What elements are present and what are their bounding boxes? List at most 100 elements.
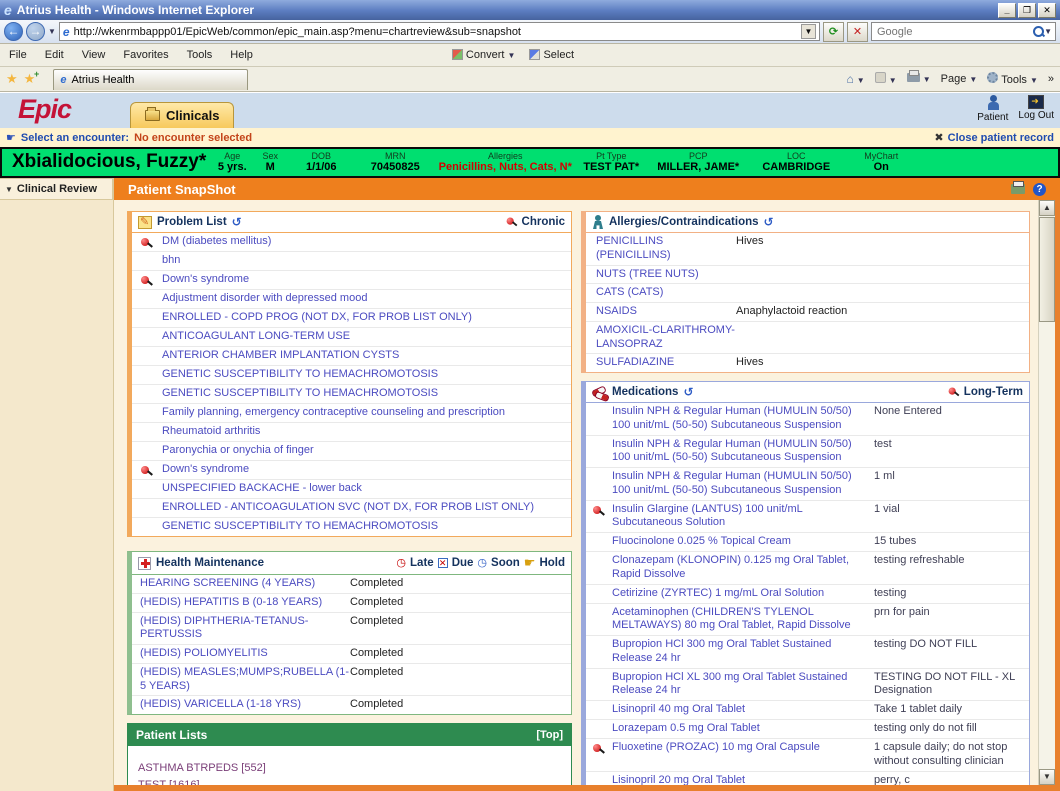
allergen-name[interactable]: CATS (CATS) — [586, 286, 736, 300]
search-box[interactable]: ▼ — [871, 22, 1056, 41]
menu-item[interactable]: View — [73, 46, 115, 64]
allergen-name[interactable]: NSAIDS — [586, 305, 736, 319]
medication-row[interactable]: Lisinopril 40 mg Oral Tablet Take 1 tabl… — [586, 700, 1029, 719]
allergy-row[interactable]: NUTS (TREE NUTS) — [586, 265, 1029, 284]
problem-name[interactable]: Rheumatoid arthritis — [162, 425, 567, 439]
convert-button[interactable]: Convert ▼ — [452, 49, 516, 61]
scrollbar-thumb[interactable] — [1039, 217, 1055, 322]
health-maintenance-row[interactable]: HEARING SCREENING (4 YEARS) Completed — [132, 575, 571, 593]
problem-row[interactable]: Paronychia or onychia of finger — [132, 441, 571, 460]
problem-row[interactable]: Down's syndrome — [132, 270, 571, 289]
problem-name[interactable]: ANTERIOR CHAMBER IMPLANTATION CYSTS — [162, 349, 567, 363]
restore-button[interactable]: ❐ — [1018, 3, 1036, 18]
health-maintenance-row[interactable]: (HEDIS) DIPHTHERIA-TETANUS-PERTUSSIS Com… — [132, 612, 571, 645]
health-maintenance-row[interactable]: (HEDIS) MEASLES;MUMPS;RUBELLA (1-5 YEARS… — [132, 663, 571, 696]
allergen-name[interactable]: AMOXICIL-CLARITHROMY-LANSOPRAZ — [586, 324, 736, 352]
problem-row[interactable]: UNSPECIFIED BACKACHE - lower back — [132, 479, 571, 498]
hm-topic[interactable]: (HEDIS) MEASLES;MUMPS;RUBELLA (1-5 YEARS… — [132, 666, 350, 694]
menu-item[interactable]: Tools — [178, 46, 222, 64]
search-dropdown-icon[interactable]: ▼ — [1044, 27, 1052, 36]
problem-row[interactable]: Down's syndrome — [132, 460, 571, 479]
problem-name[interactable]: ENROLLED - COPD PROG (NOT DX, FOR PROB L… — [162, 311, 567, 325]
problem-name[interactable]: GENETIC SUSCEPTIBILITY TO HEMACHROMOTOSI… — [162, 520, 567, 534]
menu-item[interactable]: Edit — [36, 46, 73, 64]
health-maintenance-row[interactable]: (HEDIS) POLIOMYELITIS Completed — [132, 644, 571, 663]
medication-row[interactable]: Insulin Glargine (LANTUS) 100 unit/mL Su… — [586, 500, 1029, 533]
hm-topic[interactable]: HEARING SCREENING (4 YEARS) — [132, 577, 350, 591]
top-link[interactable]: [Top] — [536, 729, 563, 741]
problem-name[interactable]: Down's syndrome — [162, 463, 567, 477]
address-field[interactable]: e http://wkenrmbappp01/EpicWeb/common/ep… — [59, 22, 820, 41]
medication-name[interactable]: Lorazepam 0.5 mg Oral Tablet — [612, 722, 868, 736]
problem-row[interactable]: ENROLLED - COPD PROG (NOT DX, FOR PROB L… — [132, 308, 571, 327]
forward-button[interactable]: → — [26, 22, 45, 41]
menu-item[interactable]: File — [0, 46, 36, 64]
problem-name[interactable]: DM (diabetes mellitus) — [162, 235, 567, 249]
add-favorite-icon[interactable]: ★ — [24, 71, 36, 87]
medication-row[interactable]: Insulin NPH & Regular Human (HUMULIN 50/… — [586, 435, 1029, 468]
problem-row[interactable]: GENETIC SUSCEPTIBILITY TO HEMACHROMOTOSI… — [132, 384, 571, 403]
health-maintenance-row[interactable]: (HEDIS) VARICELLA (1-18 YRS) Completed — [132, 695, 571, 714]
patient-banner[interactable]: Xbialidocious, Fuzzy* Age 5 yrs. Sex M D… — [0, 147, 1060, 178]
medication-row[interactable]: Bupropion HCl 300 mg Oral Tablet Sustain… — [586, 635, 1029, 668]
close-button[interactable]: ✕ — [1038, 3, 1056, 18]
problem-row[interactable]: ANTERIOR CHAMBER IMPLANTATION CYSTS — [132, 346, 571, 365]
medication-row[interactable]: Cetirizine (ZYRTEC) 1 mg/mL Oral Solutio… — [586, 584, 1029, 603]
medication-row[interactable]: Lorazepam 0.5 mg Oral Tablet testing onl… — [586, 719, 1029, 738]
menu-item[interactable]: Help — [221, 46, 262, 64]
problem-row[interactable]: Family planning, emergency contraceptive… — [132, 403, 571, 422]
problem-row[interactable]: bhn — [132, 251, 571, 270]
medication-name[interactable]: Acetaminophen (CHILDREN'S TYLENOL MELTAW… — [612, 606, 868, 634]
problem-row[interactable]: Rheumatoid arthritis — [132, 422, 571, 441]
address-dropdown-icon[interactable]: ▼ — [801, 24, 816, 39]
medication-name[interactable]: Fluoxetine (PROZAC) 10 mg Oral Capsule — [612, 741, 868, 755]
medication-name[interactable]: Clonazepam (KLONOPIN) 0.125 mg Oral Tabl… — [612, 554, 868, 582]
menu-item[interactable]: Favorites — [114, 46, 177, 64]
allergy-row[interactable]: NSAIDS Anaphylactoid reaction — [586, 302, 1029, 321]
sidebar-item-clinical-review[interactable]: ▼ Clinical Review — [0, 178, 113, 200]
scroll-up-button[interactable]: ▲ — [1039, 200, 1055, 216]
problem-row[interactable]: DM (diabetes mellitus) — [132, 233, 571, 251]
medication-name[interactable]: Bupropion HCl 300 mg Oral Tablet Sustain… — [612, 638, 868, 666]
problem-row[interactable]: GENETIC SUSCEPTIBILITY TO HEMACHROMOTOSI… — [132, 517, 571, 536]
search-icon[interactable] — [1033, 26, 1044, 37]
medication-row[interactable]: Fluocinolone 0.025 % Topical Cream 15 tu… — [586, 532, 1029, 551]
medication-name[interactable]: Lisinopril 40 mg Oral Tablet — [612, 703, 868, 717]
hm-topic[interactable]: (HEDIS) HEPATITIS B (0-18 YEARS) — [132, 596, 350, 610]
back-button[interactable]: ← — [4, 22, 23, 41]
refresh-icon[interactable]: ↺ — [764, 215, 774, 229]
refresh-icon[interactable]: ↺ — [232, 215, 242, 229]
problem-name[interactable]: GENETIC SUSCEPTIBILITY TO HEMACHROMOTOSI… — [162, 387, 567, 401]
problem-name[interactable]: ANTICOAGULANT LONG-TERM USE — [162, 330, 567, 344]
medication-name[interactable]: Cetirizine (ZYRTEC) 1 mg/mL Oral Solutio… — [612, 587, 868, 601]
problem-name[interactable]: UNSPECIFIED BACKACHE - lower back — [162, 482, 567, 496]
allergen-name[interactable]: NUTS (TREE NUTS) — [586, 268, 736, 282]
problem-name[interactable]: Family planning, emergency contraceptive… — [162, 406, 567, 420]
refresh-button[interactable]: ⟳ — [823, 22, 844, 42]
allergen-name[interactable]: PENICILLINS (PENICILLINS) — [586, 235, 736, 263]
allergy-row[interactable]: SULFADIAZINE Hives — [586, 353, 1029, 372]
tab-clinicals[interactable]: Clinicals — [130, 102, 234, 128]
select-button[interactable]: Select — [529, 49, 574, 61]
allergy-row[interactable]: AMOXICIL-CLARITHROMY-LANSOPRAZ — [586, 321, 1029, 354]
problem-name[interactable]: ENROLLED - ANTICOAGULATION SVC (NOT DX, … — [162, 501, 567, 515]
problem-name[interactable]: GENETIC SUSCEPTIBILITY TO HEMACHROMOTOSI… — [162, 368, 567, 382]
favorites-icon[interactable]: ★ — [6, 71, 18, 87]
patient-button[interactable]: Patient — [977, 95, 1008, 123]
refresh-icon[interactable]: ↺ — [683, 385, 693, 399]
search-input[interactable] — [875, 25, 995, 39]
stop-button[interactable]: ✕ — [847, 22, 868, 42]
hm-topic[interactable]: (HEDIS) VARICELLA (1-18 YRS) — [132, 698, 350, 712]
problem-name[interactable]: bhn — [162, 254, 567, 268]
problem-row[interactable]: ANTICOAGULANT LONG-TERM USE — [132, 327, 571, 346]
medication-row[interactable]: Fluoxetine (PROZAC) 10 mg Oral Capsule 1… — [586, 738, 1029, 771]
page-menu[interactable]: Page ▼ — [941, 73, 978, 85]
medication-row[interactable]: Insulin NPH & Regular Human (HUMULIN 50/… — [586, 403, 1029, 435]
problem-row[interactable]: ENROLLED - ANTICOAGULATION SVC (NOT DX, … — [132, 498, 571, 517]
home-button[interactable]: ⌂ ▼ — [846, 72, 864, 86]
health-maintenance-row[interactable]: (HEDIS) HEPATITIS B (0-18 YEARS) Complet… — [132, 593, 571, 612]
medication-row[interactable]: Bupropion HCl XL 300 mg Oral Tablet Sust… — [586, 668, 1029, 701]
hm-topic[interactable]: (HEDIS) POLIOMYELITIS — [132, 647, 350, 661]
toolbar-overflow[interactable]: » — [1048, 73, 1054, 85]
close-patient-record-link[interactable]: ✖ Close patient record — [934, 131, 1054, 144]
